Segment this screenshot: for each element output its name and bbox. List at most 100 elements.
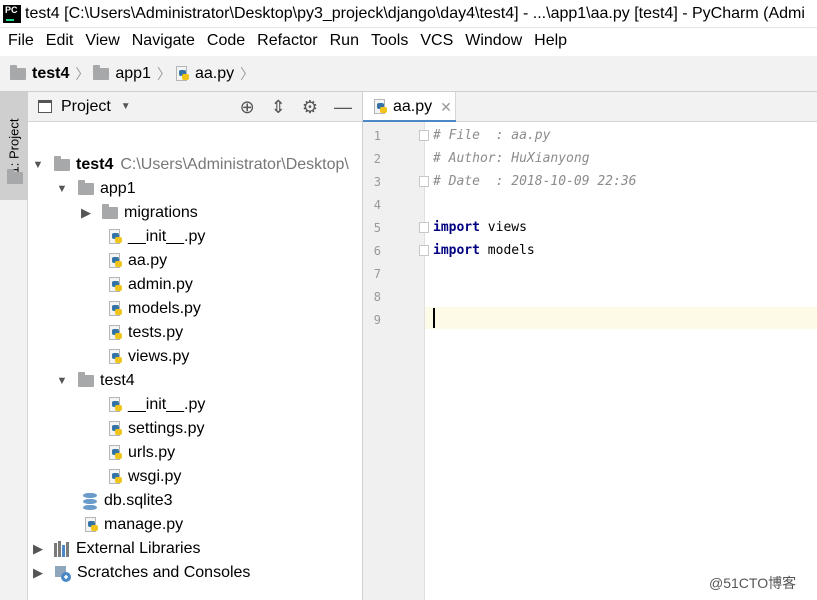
scroll-from-source-icon[interactable]: ⊕ xyxy=(240,92,255,122)
python-file-icon xyxy=(108,301,122,317)
python-file-icon xyxy=(373,99,387,115)
gear-icon[interactable]: ⚙ xyxy=(302,92,318,122)
tree-node-file[interactable]: models.py xyxy=(108,297,201,321)
tree-node-app1[interactable]: ▼ app1 xyxy=(56,177,136,201)
editor-tab-label: aa.py xyxy=(393,98,433,115)
chevron-down-icon[interactable]: ▼ xyxy=(56,183,68,195)
breadcrumb-label: app1 xyxy=(115,64,151,82)
menu-vcs[interactable]: VCS xyxy=(414,28,459,54)
tree-node-label: wsgi.py xyxy=(128,468,182,485)
tree-node-file[interactable]: admin.py xyxy=(108,273,193,297)
tree-node-label: test4 xyxy=(76,156,114,173)
tree-node-file[interactable]: wsgi.py xyxy=(108,465,181,489)
collapse-all-icon[interactable]: ⇕ xyxy=(271,92,286,122)
library-icon xyxy=(54,541,70,557)
tree-node-label: aa.py xyxy=(128,252,168,269)
fold-marker-icon[interactable] xyxy=(419,176,429,187)
pycharm-icon: PC xyxy=(3,4,21,23)
menu-code[interactable]: Code xyxy=(201,28,251,54)
tree-node-label: settings.py xyxy=(128,420,205,437)
python-file-icon xyxy=(84,517,98,533)
line-number: 7 xyxy=(373,267,381,281)
close-icon[interactable]: ✕ xyxy=(440,99,452,116)
tree-node-file[interactable]: settings.py xyxy=(108,417,204,441)
folder-icon xyxy=(78,180,94,195)
menu-file[interactable]: File xyxy=(2,28,40,54)
python-file-icon xyxy=(108,469,122,485)
window-title-bar: PC test4 [C:\Users\Administrator\Desktop… xyxy=(0,0,817,28)
tree-node-file[interactable]: views.py xyxy=(108,345,189,369)
breadcrumb-item-test4[interactable]: test4 〉 xyxy=(10,64,93,84)
text-caret xyxy=(433,308,435,328)
line-number: 5 xyxy=(373,221,381,235)
tree-node-migrations[interactable]: ▶ migrations xyxy=(80,201,198,225)
tree-node-label: test4 xyxy=(100,372,135,389)
breadcrumb-label: aa.py xyxy=(194,64,235,82)
tree-node-external-libraries[interactable]: ▶ External Libraries xyxy=(32,537,201,561)
project-tool-tab[interactable]: 1: Project xyxy=(0,92,28,200)
project-view-selector[interactable]: Project ▼ xyxy=(38,98,131,116)
tree-node-label: app1 xyxy=(100,180,136,197)
python-file-icon xyxy=(108,349,122,365)
tree-node-file[interactable]: tests.py xyxy=(108,321,183,345)
code-text: models xyxy=(479,243,535,258)
tree-node-label: admin.py xyxy=(128,276,193,293)
tree-node-label: urls.py xyxy=(128,444,176,461)
tree-node-test4[interactable]: ▼ test4 xyxy=(56,369,135,393)
app-icon-text: PC xyxy=(5,4,18,15)
menu-navigate[interactable]: Navigate xyxy=(126,28,201,54)
menu-edit[interactable]: Edit xyxy=(40,28,80,54)
folder-icon xyxy=(78,372,94,387)
tree-node-scratches[interactable]: ▶ Scratches and Consoles xyxy=(32,561,250,585)
tree-node-db[interactable]: db.sqlite3 xyxy=(82,489,173,513)
fold-marker-icon[interactable] xyxy=(419,245,429,256)
menu-bar: File Edit View Navigate Code Refactor Ru… xyxy=(0,28,817,54)
breadcrumb-item-app1[interactable]: app1 〉 xyxy=(93,64,175,84)
line-number: 8 xyxy=(373,290,381,304)
caret-down-icon: ▼ xyxy=(120,101,131,112)
project-window-icon xyxy=(38,100,52,113)
tree-node-label: views.py xyxy=(128,348,190,365)
breadcrumb-item-aa-py[interactable]: aa.py 〉 xyxy=(175,64,258,84)
chevron-down-icon[interactable]: ▼ xyxy=(32,159,44,171)
line-number: 4 xyxy=(373,198,381,212)
keyword: import xyxy=(433,243,480,258)
code-line-1: # File : aa.py xyxy=(433,128,551,143)
menu-window[interactable]: Window xyxy=(459,28,528,54)
tree-node-root[interactable]: ▼ test4 C:\Users\Administrator\Desktop\ xyxy=(32,153,349,177)
chevron-right-icon[interactable]: ▶ xyxy=(32,565,44,581)
tree-node-label: migrations xyxy=(124,204,198,221)
breadcrumb-label: test4 xyxy=(32,64,70,82)
chevron-down-icon[interactable]: ▼ xyxy=(56,375,68,387)
folder-icon xyxy=(54,156,70,171)
editor-tab-aa-py[interactable]: aa.py ✕ xyxy=(363,92,456,123)
python-file-icon xyxy=(108,253,122,269)
python-file-icon xyxy=(108,229,122,245)
tree-node-file[interactable]: aa.py xyxy=(108,249,167,273)
window-title: test4 [C:\Users\Administrator\Desktop\py… xyxy=(25,4,805,22)
chevron-right-icon: 〉 xyxy=(156,65,171,82)
chevron-right-icon[interactable]: ▶ xyxy=(80,205,92,221)
code-text: views xyxy=(479,220,527,235)
fold-marker-icon[interactable] xyxy=(419,130,429,141)
menu-refactor[interactable]: Refactor xyxy=(251,28,323,54)
tree-node-file[interactable]: manage.py xyxy=(84,513,183,537)
code-editor[interactable]: 1 2 3 4 5 6 7 8 9 # File : aa.py # Autho… xyxy=(363,122,817,600)
scratches-icon xyxy=(54,565,71,582)
menu-help[interactable]: Help xyxy=(528,28,573,54)
database-icon xyxy=(82,492,98,510)
tree-node-label: manage.py xyxy=(104,516,184,533)
minimize-icon[interactable]: — xyxy=(334,92,352,122)
tree-node-file[interactable]: __init__.py xyxy=(108,393,205,417)
menu-run[interactable]: Run xyxy=(324,28,365,54)
code-line-2: # Author: HuXianyong xyxy=(433,151,590,166)
tree-node-file[interactable]: __init__.py xyxy=(108,225,205,249)
chevron-right-icon[interactable]: ▶ xyxy=(32,541,44,557)
project-tool-tab-label: 1: Project xyxy=(6,118,22,174)
folder-icon xyxy=(7,169,23,184)
fold-marker-icon[interactable] xyxy=(419,222,429,233)
tree-node-file[interactable]: urls.py xyxy=(108,441,175,465)
menu-view[interactable]: View xyxy=(79,28,125,54)
folder-icon xyxy=(102,204,118,219)
menu-tools[interactable]: Tools xyxy=(365,28,414,54)
